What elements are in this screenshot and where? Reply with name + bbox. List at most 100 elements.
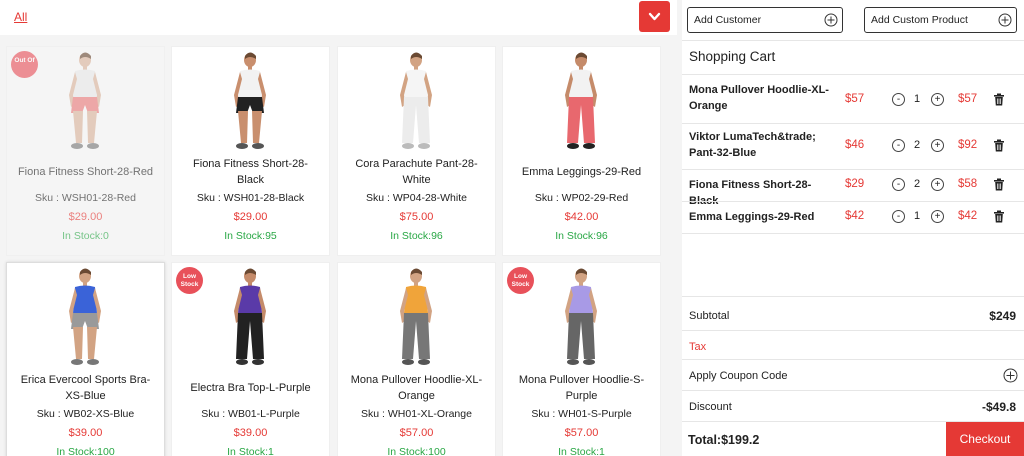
increase-qty-button[interactable]: +	[931, 178, 944, 191]
plus-circle-icon[interactable]	[1003, 368, 1018, 383]
product-image	[69, 268, 101, 365]
product-card[interactable]: Fiona Fitness Short-28-Black Sku : WSH01…	[171, 46, 330, 256]
trash-icon[interactable]	[993, 178, 1005, 191]
category-filter-bar: All	[0, 0, 677, 35]
product-name: Erica Evercool Sports Bra-XS-Blue	[20, 374, 151, 402]
trash-icon[interactable]	[993, 139, 1005, 152]
trash-icon[interactable]	[993, 210, 1005, 223]
product-card[interactable]: Erica Evercool Sports Bra-XS-Blue Sku : …	[6, 262, 165, 456]
subtotal-value: $249	[989, 309, 1016, 323]
product-stock: In Stock:100	[56, 446, 115, 456]
chevron-down-icon	[648, 12, 661, 21]
product-card[interactable]: Low Stock Electra Bra Top-L-Purple Sku :…	[171, 262, 330, 456]
increase-qty-button[interactable]: +	[931, 210, 944, 223]
cart-item-qty: 2	[914, 178, 921, 190]
coupon-row[interactable]: Apply Coupon Code	[682, 360, 1024, 390]
stock-badge: Low Stock	[507, 267, 534, 294]
cart-item-price: $46	[845, 139, 865, 151]
product-image-box	[338, 263, 495, 371]
product-price: $57.00	[564, 427, 599, 439]
product-sku: Sku : WSH01-28-Black	[196, 192, 305, 204]
add-custom-product-label: Add Custom Product	[871, 14, 968, 26]
product-panel: All Out Of Fiona Fitness Short-28-Red Sk…	[0, 0, 677, 456]
cart-item-total: $58	[958, 178, 978, 190]
discount-label: Discount	[689, 401, 732, 413]
product-sku: Sku : WH01-XL-Orange	[361, 408, 472, 420]
stock-badge: Low Stock	[176, 267, 203, 294]
stock-badge: Out Of	[11, 51, 38, 78]
category-all-link[interactable]: All	[14, 10, 27, 24]
cart-item: Mona Pullover Hoodlie-XL-Orange $57 - 1 …	[682, 76, 1024, 123]
product-stock: In Stock:100	[387, 446, 446, 456]
product-name: Fiona Fitness Short-28-Black	[193, 158, 308, 186]
trash-icon[interactable]	[993, 93, 1005, 106]
product-image-box	[503, 47, 660, 155]
cart-title: Shopping Cart	[689, 49, 776, 64]
product-price: $75.00	[399, 211, 434, 223]
product-sku: Sku : WH01-S-Purple	[531, 408, 632, 420]
decrease-qty-button[interactable]: -	[892, 139, 905, 152]
product-image	[234, 52, 266, 149]
cart-item-total: $42	[958, 210, 978, 222]
product-stock: In Stock:95	[224, 230, 277, 242]
plus-circle-icon	[998, 13, 1012, 27]
total-label: Total:$199.2	[688, 433, 760, 447]
subtotal-label: Subtotal	[689, 310, 730, 322]
product-name: Emma Leggings-29-Red	[521, 166, 642, 178]
discount-row: Discount -$49.8	[682, 391, 1024, 421]
product-name: Fiona Fitness Short-28-Red	[17, 166, 154, 178]
product-image	[400, 52, 432, 149]
cart-item-total: $57	[958, 93, 978, 105]
product-name: Electra Bra Top-L-Purple	[190, 382, 311, 394]
product-stock: In Stock:96	[390, 230, 443, 242]
product-sku: Sku : WP02-29-Red	[534, 192, 629, 204]
product-card[interactable]: Low Stock Mona Pullover Hoodlie-S-Purple…	[502, 262, 661, 456]
product-stock: In Stock:1	[227, 446, 274, 456]
checkout-button[interactable]: Checkout	[946, 422, 1024, 456]
increase-qty-button[interactable]: +	[931, 139, 944, 152]
cart-panel: Add Customer Add Custom Product Shopping…	[682, 0, 1024, 456]
product-card[interactable]: Out Of Fiona Fitness Short-28-Red Sku : …	[6, 46, 165, 256]
product-image-box	[172, 47, 329, 155]
cart-item-price: $42	[845, 210, 865, 222]
divider	[682, 40, 1024, 41]
cart-item-name: Emma Leggings-29-Red	[689, 211, 815, 223]
decrease-qty-button[interactable]: -	[892, 178, 905, 191]
product-card[interactable]: Mona Pullover Hoodlie-XL-Orange Sku : WH…	[337, 262, 496, 456]
discount-value: -$49.8	[981, 400, 1016, 414]
decrease-qty-button[interactable]: -	[892, 93, 905, 106]
add-customer-label: Add Customer	[694, 14, 762, 26]
product-sku: Sku : WB01-L-Purple	[201, 408, 300, 420]
cart-item-qty: 1	[914, 210, 921, 222]
product-image	[400, 268, 432, 365]
product-price: $29.00	[68, 211, 103, 223]
product-card[interactable]: Cora Parachute Pant-28-White Sku : WP04-…	[337, 46, 496, 256]
product-card[interactable]: Emma Leggings-29-Red Sku : WP02-29-Red $…	[502, 46, 661, 256]
product-image-box: Out Of	[7, 47, 164, 155]
product-image	[565, 52, 597, 149]
increase-qty-button[interactable]: +	[931, 93, 944, 106]
tax-label[interactable]: Tax	[689, 341, 706, 353]
cart-item: Emma Leggings-29-Red $42 - 1 + $42	[682, 201, 1024, 233]
plus-circle-icon	[824, 13, 838, 27]
product-image-box: Low Stock	[503, 263, 660, 371]
cart-item: Viktor LumaTech&trade; Pant-32-Blue $46 …	[682, 123, 1024, 169]
product-stock: In Stock:1	[558, 446, 605, 456]
product-name: Cora Parachute Pant-28-White	[355, 158, 478, 186]
divider	[682, 296, 1024, 297]
add-custom-product-button[interactable]: Add Custom Product	[864, 7, 1017, 33]
tax-row[interactable]: Tax	[682, 331, 1024, 361]
product-price: $57.00	[399, 427, 434, 439]
coupon-label: Apply Coupon Code	[689, 370, 788, 382]
add-customer-button[interactable]: Add Customer	[687, 7, 843, 33]
product-sku: Sku : WSH01-28-Red	[35, 192, 136, 204]
product-stock: In Stock:96	[555, 230, 608, 242]
product-price: $42.00	[564, 211, 599, 223]
product-image-box	[7, 263, 164, 371]
decrease-qty-button[interactable]: -	[892, 210, 905, 223]
product-sku: Sku : WB02-XS-Blue	[36, 408, 135, 420]
category-dropdown-button[interactable]	[639, 1, 670, 32]
cart-item: Fiona Fitness Short-28-Black $29 - 2 + $…	[682, 169, 1024, 207]
divider	[682, 233, 1024, 234]
product-stock: In Stock:0	[62, 230, 109, 242]
